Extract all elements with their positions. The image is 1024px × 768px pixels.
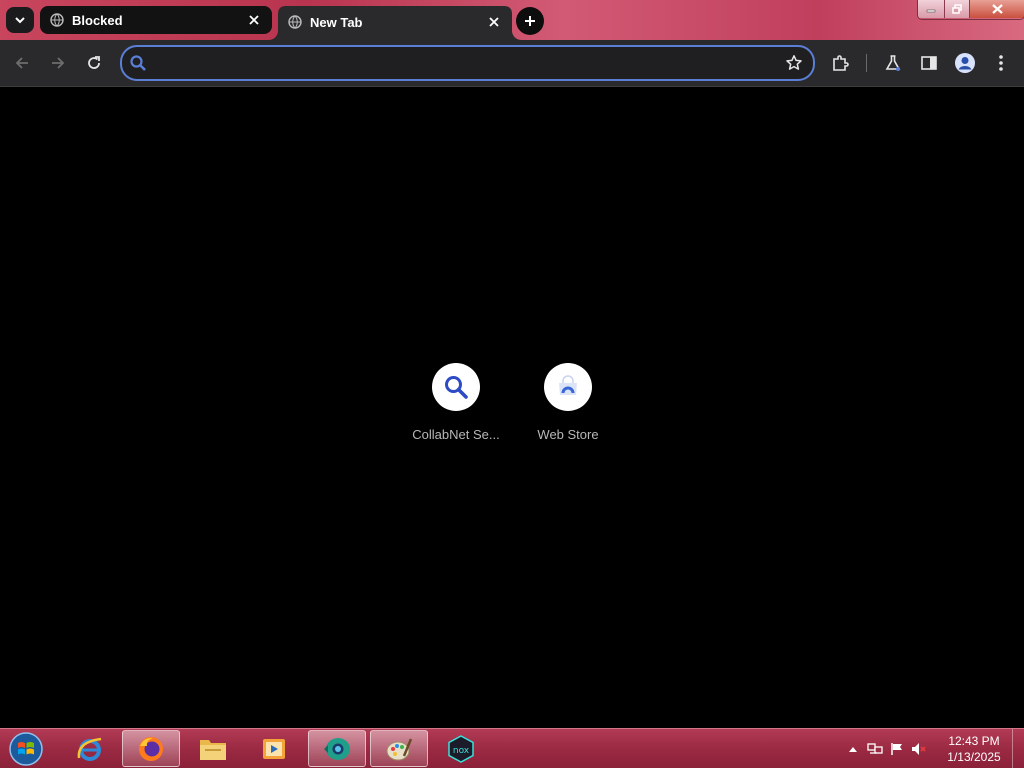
tab-strip: Blocked New Tab	[0, 0, 1024, 40]
extensions-button[interactable]	[829, 52, 851, 74]
labs-button[interactable]	[882, 52, 904, 74]
more-vert-icon	[999, 55, 1003, 71]
shortcut-collabnet[interactable]: CollabNet Se...	[400, 363, 512, 453]
side-panel-button[interactable]	[918, 52, 940, 74]
search-icon	[445, 376, 468, 399]
shortcut-web-store[interactable]: Web Store	[512, 363, 624, 453]
minimize-button[interactable]	[918, 0, 945, 18]
network-icon[interactable]	[864, 739, 886, 759]
tab-title: New Tab	[310, 14, 363, 30]
tab-title: Blocked	[72, 12, 123, 28]
side-panel-icon	[921, 56, 937, 70]
reload-button[interactable]	[83, 52, 105, 74]
plus-icon	[525, 16, 535, 26]
taskbar-app-firefox[interactable]	[122, 730, 180, 767]
restore-button[interactable]	[944, 0, 971, 18]
taskbar-app-ie[interactable]	[61, 730, 119, 767]
menu-button[interactable]	[990, 52, 1012, 74]
taskbar-app-media-player[interactable]	[245, 730, 303, 767]
toolbar-divider	[866, 54, 867, 72]
action-center-flag-icon[interactable]	[886, 739, 908, 759]
minimize-icon	[926, 9, 935, 13]
volume-muted-icon[interactable]	[908, 739, 930, 759]
firefox-icon	[139, 736, 163, 761]
flask-icon	[885, 55, 901, 71]
globe-icon	[288, 15, 302, 29]
tab-new-tab[interactable]: New Tab	[268, 4, 522, 40]
restore-icon	[952, 4, 962, 14]
new-tab-button[interactable]	[516, 7, 544, 35]
clock-date: 1/13/2025	[947, 750, 1001, 764]
web-store-icon	[559, 375, 577, 395]
bookmark-star-icon[interactable]	[785, 54, 803, 72]
show-hidden-icons-button[interactable]	[842, 739, 864, 759]
address-bar[interactable]	[120, 45, 815, 81]
window-controls	[917, 0, 1024, 20]
clock[interactable]: 12:43 PM 1/13/2025	[938, 733, 1010, 765]
file-explorer-icon	[200, 739, 226, 760]
nox-icon: nox	[448, 734, 474, 763]
close-icon[interactable]	[246, 12, 262, 28]
taskbar-app-paint[interactable]	[370, 730, 428, 767]
internet-explorer-icon	[77, 737, 102, 761]
clock-time: 12:43 PM	[948, 734, 1000, 748]
shortcut-tile	[544, 363, 592, 411]
system-tray	[842, 729, 930, 768]
close-icon	[991, 4, 1003, 14]
paint-icon	[386, 738, 413, 760]
taskbar: nox 12:43 PM 1/13/2025	[0, 728, 1024, 768]
windows-start-icon	[9, 732, 43, 766]
browser-toolbar	[0, 40, 1024, 87]
chevron-down-icon	[15, 17, 25, 24]
taskbar-app-browser[interactable]	[308, 730, 366, 767]
taskbar-app-nox[interactable]: nox	[432, 730, 490, 767]
back-button[interactable]	[11, 52, 33, 74]
tab-blocked[interactable]: Blocked	[40, 6, 272, 34]
show-desktop-button[interactable]	[1012, 729, 1024, 768]
close-window-button[interactable]	[970, 0, 1024, 18]
close-icon[interactable]	[486, 14, 502, 30]
taskbar-app-explorer[interactable]	[184, 730, 242, 767]
triangle-up-icon	[849, 747, 857, 752]
globe-icon	[50, 13, 64, 27]
media-player-icon	[263, 738, 285, 759]
chrome-like-icon	[324, 737, 350, 760]
new-tab-page: CollabNet Se... Web Store	[0, 87, 1024, 728]
arrow-left-icon	[15, 57, 28, 69]
profile-button[interactable]	[954, 52, 976, 74]
shortcut-label: CollabNet Se...	[412, 427, 500, 442]
search-icon	[130, 55, 146, 71]
shortcut-tile	[432, 363, 480, 411]
arrow-right-icon	[52, 57, 65, 69]
address-input[interactable]	[154, 53, 778, 75]
puzzle-icon	[833, 55, 849, 71]
reload-icon	[88, 56, 100, 69]
start-button[interactable]	[6, 730, 46, 768]
avatar-icon	[955, 53, 975, 73]
forward-button[interactable]	[47, 52, 69, 74]
shortcut-label: Web Store	[537, 427, 599, 442]
screen: Blocked New Tab CollabNet Se... Web Stor…	[0, 0, 1024, 768]
tab-search-button[interactable]	[6, 7, 34, 33]
svg-text:nox: nox	[453, 746, 470, 756]
